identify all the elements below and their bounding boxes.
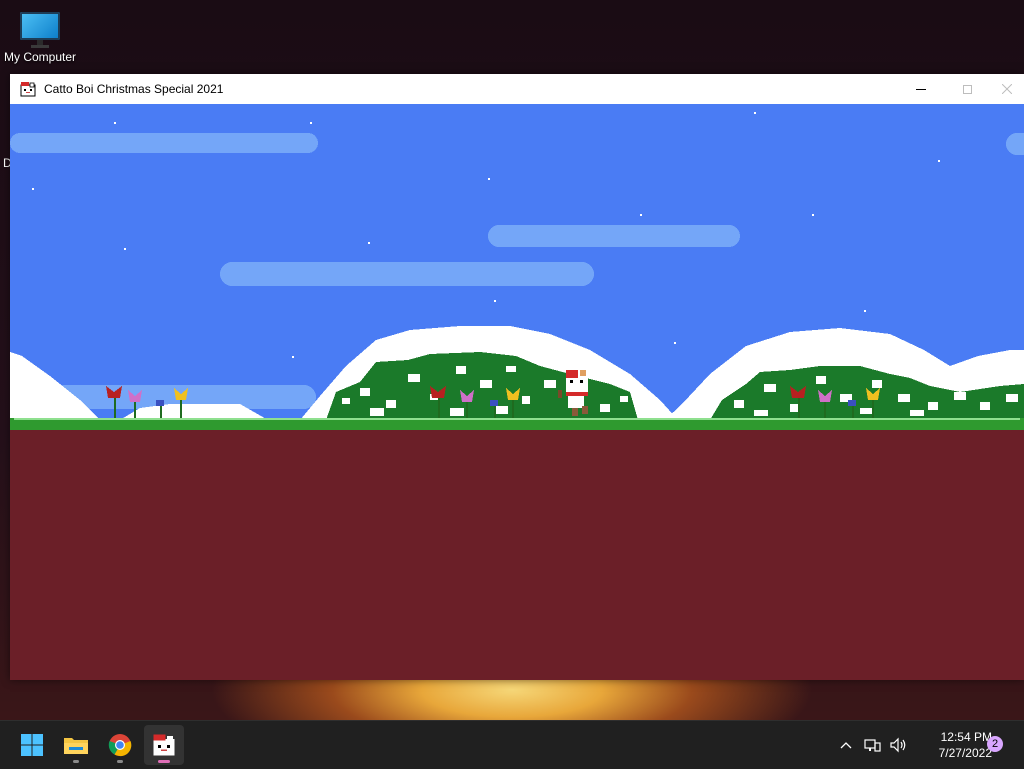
network-icon: [864, 739, 881, 752]
close-icon: [1002, 84, 1012, 94]
chevron-up-icon: [840, 742, 852, 749]
minimize-icon: [916, 88, 926, 90]
show-hidden-icons-button[interactable]: [836, 735, 856, 755]
notification-badge[interactable]: 2: [987, 736, 1003, 752]
game-window[interactable]: Catto Boi Christmas Special 2021: [10, 74, 1024, 680]
chrome-icon: [108, 734, 132, 757]
maximize-button[interactable]: [944, 74, 990, 104]
desktop-icon-label: My Computer: [3, 50, 77, 64]
title-bar[interactable]: Catto Boi Christmas Special 2021: [10, 74, 1024, 104]
minimize-button[interactable]: [898, 74, 944, 104]
start-button[interactable]: [12, 725, 52, 765]
window-title: Catto Boi Christmas Special 2021: [44, 82, 224, 96]
clock[interactable]: 12:54 PM 7/27/2022: [912, 729, 992, 761]
windows-logo-icon: [21, 734, 43, 756]
clock-time: 12:54 PM: [940, 730, 992, 744]
volume-button[interactable]: [888, 735, 908, 755]
taskbar-chrome[interactable]: [100, 725, 140, 765]
maximize-icon: [962, 84, 972, 94]
taskbar-catto-boi[interactable]: [144, 725, 184, 765]
taskbar-file-explorer[interactable]: [56, 725, 96, 765]
taskbar: 12:54 PM 7/27/2022: [0, 720, 1024, 769]
clock-date: 7/27/2022: [938, 746, 992, 760]
folder-icon: [64, 738, 88, 754]
close-button[interactable]: [990, 74, 1024, 104]
ground: [10, 430, 1024, 680]
network-button[interactable]: [862, 735, 882, 755]
grass-highlights: [14, 418, 1020, 420]
catto-boi-icon: [153, 734, 175, 756]
desktop-icon-my-computer[interactable]: My Computer: [0, 8, 80, 64]
monitor-icon: [20, 12, 60, 48]
game-canvas[interactable]: [10, 104, 1024, 680]
volume-icon: [890, 737, 906, 753]
catto-boi-icon: [20, 82, 36, 97]
